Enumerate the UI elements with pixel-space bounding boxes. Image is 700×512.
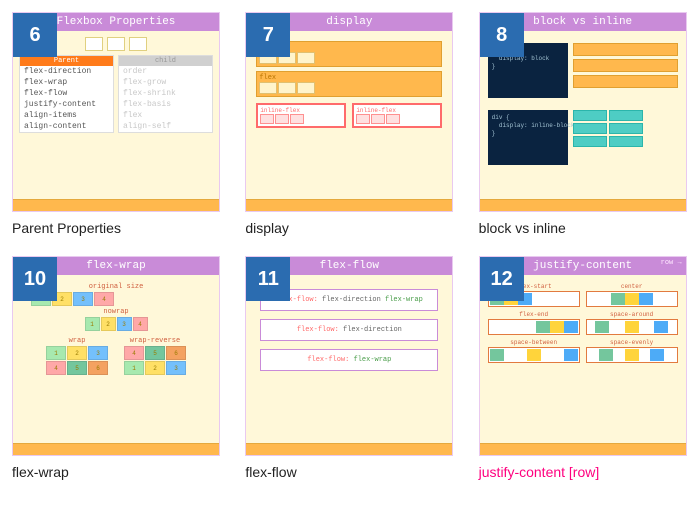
child-panel-head: child: [119, 56, 212, 66]
prop: flex-flow: [20, 88, 113, 99]
section-label: wrap-reverse: [120, 337, 190, 345]
inline-demo: [573, 110, 678, 165]
header-tag: row →: [661, 259, 682, 267]
prop: flex-basis: [119, 99, 212, 110]
prop: flex-direction: [20, 66, 113, 77]
jc-label: space-around: [586, 311, 678, 318]
flex-label: flex: [259, 74, 439, 82]
card-12[interactable]: 12 justify-content row → flex-start cent…: [479, 256, 688, 480]
card-caption: block vs inline: [479, 220, 688, 236]
card-footer: [480, 199, 686, 211]
code-block: div { display: inline-block }: [488, 110, 568, 165]
jc-demo: [488, 347, 580, 363]
section-label: nowrap: [19, 308, 213, 316]
prop: justify-content: [20, 99, 113, 110]
inline-flex-label: inline-flex: [356, 107, 438, 114]
parent-panel-head: Parent: [20, 56, 113, 66]
inline-flex-demo: inline-flex: [352, 103, 442, 128]
card-caption: display: [245, 220, 454, 236]
card-footer: [13, 443, 219, 455]
card-10[interactable]: 10 flex-wrap original size 1234 nowrap 1…: [12, 256, 221, 480]
card-grid: 6 Flexbox Properties Parent flex-directi…: [12, 12, 688, 480]
prop: flex-shrink: [119, 88, 212, 99]
jc-label: space-between: [488, 339, 580, 346]
prop: align-content: [20, 121, 113, 132]
flex-demo: flex: [256, 71, 442, 97]
badge: 6: [13, 13, 57, 57]
section-label: wrap: [42, 337, 112, 345]
card-caption: flex-wrap: [12, 464, 221, 480]
header-text: justify-content: [533, 260, 632, 272]
prop: flex-wrap: [20, 77, 113, 88]
prop: flex-grow: [119, 77, 212, 88]
prop: order: [119, 66, 212, 77]
badge: 11: [246, 257, 290, 301]
badge: 8: [480, 13, 524, 57]
card-footer: [246, 443, 452, 455]
jc-demo: [586, 347, 678, 363]
jc-demo: [586, 291, 678, 307]
card-8[interactable]: 8 block vs inline div { display: block }…: [479, 12, 688, 236]
card-caption: justify-content [row]: [479, 464, 688, 480]
flow-box: flex-flow: flex-wrap: [260, 349, 438, 371]
parent-panel: Parent flex-direction flex-wrap flex-flo…: [19, 55, 114, 133]
prop: flex: [119, 110, 212, 121]
badge: 10: [13, 257, 57, 301]
block-demo: [573, 43, 678, 98]
inline-flex-label: inline-flex: [260, 107, 342, 114]
flow-box: flex-flow: flex-direction: [260, 319, 438, 341]
card-footer: [13, 199, 219, 211]
prop: align-self: [119, 121, 212, 132]
card-footer: [480, 443, 686, 455]
inline-flex-demo: inline-flex: [256, 103, 346, 128]
jc-label: space-evenly: [586, 339, 678, 346]
demo-box: [129, 37, 147, 51]
child-panel: child order flex-grow flex-shrink flex-b…: [118, 55, 213, 133]
card-caption: flex-flow: [245, 464, 454, 480]
card-caption: Parent Properties: [12, 220, 221, 236]
jc-demo: [586, 319, 678, 335]
demo-box: [107, 37, 125, 51]
badge: 12: [480, 257, 524, 301]
card-11[interactable]: 11 flex-flow flex-flow: flex-direction f…: [245, 256, 454, 480]
badge: 7: [246, 13, 290, 57]
card-6[interactable]: 6 Flexbox Properties Parent flex-directi…: [12, 12, 221, 236]
prop: align-items: [20, 110, 113, 121]
jc-label: flex-end: [488, 311, 580, 318]
jc-demo: [488, 319, 580, 335]
card-7[interactable]: 7 display flex flex inline-flex: [245, 12, 454, 236]
jc-label: center: [586, 283, 678, 290]
demo-box: [85, 37, 103, 51]
card-footer: [246, 199, 452, 211]
